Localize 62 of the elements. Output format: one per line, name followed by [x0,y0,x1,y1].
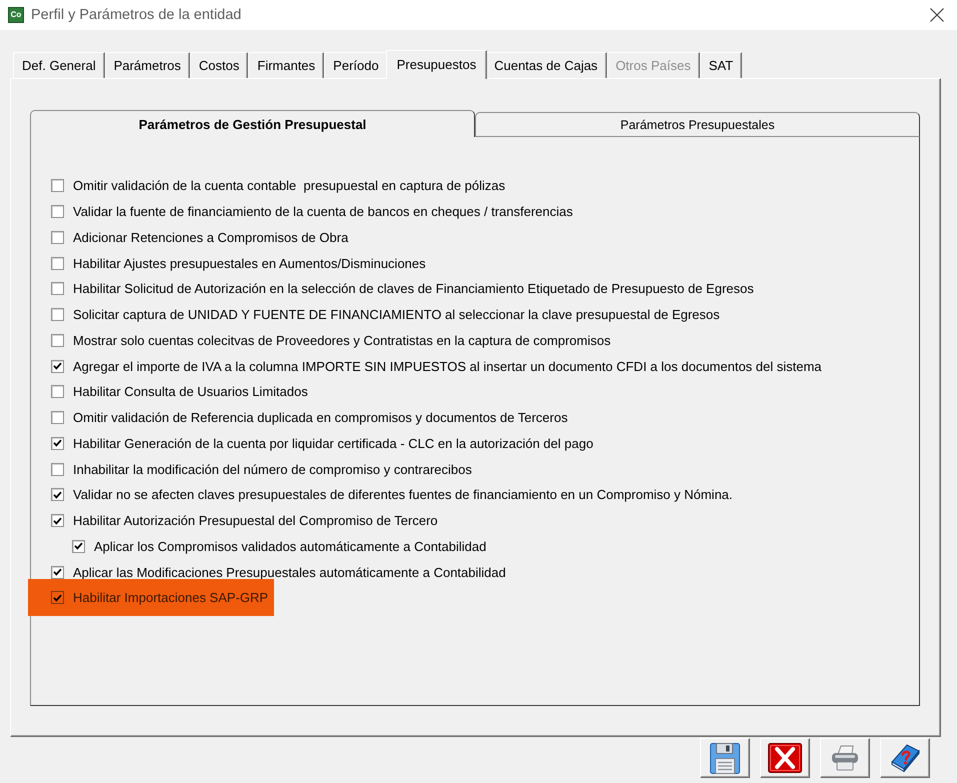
check-icon [53,439,62,448]
close-button[interactable] [930,8,944,22]
tab[interactable]: Parámetros [104,52,190,78]
option-label: Validar la fuente de financiamiento de la cuenta de bancos en cheques / transferencias [73,204,573,220]
checkbox[interactable] [51,385,64,398]
tab[interactable]: Costos [190,52,248,78]
option-label: Habilitar Ajustes presupuestales en Aumentos/Disminuciones [73,256,426,271]
print-button[interactable] [820,738,870,778]
checkbox[interactable] [51,230,64,244]
checkbox[interactable] [51,360,64,373]
option-label: Habilitar Importaciones SAP-GRP [73,590,268,606]
close-icon [930,8,944,22]
tab[interactable]: Presupuestos [386,50,488,79]
check-icon [53,362,62,370]
option-label: Habilitar Solicitud de Autorización en la selección de claves de Financiamiento Etiquetado de Presupuesto de Egresos [73,281,754,296]
checkbox[interactable] [51,591,64,604]
tab[interactable]: Def. General [13,52,105,78]
tab[interactable]: Firmantes [248,52,324,78]
option-label: Omitir validación de Referencia duplicada en compromisos y documentos de Terceros [73,410,568,426]
checkbox[interactable] [51,488,64,502]
app-logo: Co [8,7,24,23]
window-title: Perfil y Parámetros de la entidad [31,7,242,23]
help-button[interactable] [880,738,930,778]
cancel-icon [768,743,802,773]
check-icon [74,542,83,550]
checkbox[interactable] [51,282,64,296]
checkbox[interactable] [51,462,64,476]
option-label: Validar no se afecten claves presupuestales de diferentes fuentes de financiamiento en un Compromiso y Nómina. [73,487,733,502]
checkbox[interactable] [51,566,64,579]
tab[interactable]: Período [324,52,388,78]
tab[interactable]: Parámetros Presupuestales [475,112,920,136]
checkbox[interactable] [51,411,64,424]
cancel-button[interactable] [760,738,810,778]
check-icon [53,594,62,602]
option-label: Solicitar captura de UNIDAD Y FUENTE DE FINANCIAMIENTO al seleccionar la clave presupuestal de Egresos [73,307,720,322]
checkbox[interactable] [51,205,64,218]
check-icon [53,568,62,576]
save-button[interactable] [700,738,750,778]
check-icon [53,516,62,525]
tab[interactable]: Parámetros de Gestión Presupuestal [30,110,475,137]
checkbox[interactable] [51,334,64,347]
checkbox[interactable] [51,436,64,450]
checkbox[interactable] [72,540,85,553]
tab[interactable]: Cuentas de Cajas [485,52,607,78]
option-label: Inhabilitar la modificación del número de compromiso y contrarecibos [73,462,472,477]
option-label: Agregar el importe de IVA a la columna IMPORTE SIN IMPUESTOS al insertar un documento CFDI a los documentos del sistema [73,358,822,374]
option-label: Adicionar Retenciones a Compromisos de Obra [73,230,348,245]
checkbox[interactable] [51,179,64,192]
option-label: Habilitar Generación de la cuenta por liquidar certificada - CLC en la autorización del pago [73,436,594,451]
printer-icon [831,745,859,771]
option-label: Mostrar solo cuentas colecitvas de Proveedores y Contratistas en la captura de compromisos [73,332,611,348]
checkbox[interactable] [51,308,64,322]
option-label: Habilitar Autorización Presupuestal del Compromiso de Tercero [73,513,438,528]
option-label: Aplicar las Modificaciones Presupuestales automáticamente a Contabilidad [73,564,506,580]
option-label: Aplicar los Compromisos validados automáticamente a Contabilidad [94,538,486,554]
help-book-icon [890,744,920,772]
tab[interactable]: SAT [700,52,742,78]
checkbox[interactable] [51,514,64,528]
checkbox[interactable] [51,256,64,270]
option-label: Omitir validación de la cuenta contable presupuestal en captura de pólizas [73,178,506,194]
check-icon [53,490,62,499]
option-label: Habilitar Consulta de Usuarios Limitados [73,384,308,400]
